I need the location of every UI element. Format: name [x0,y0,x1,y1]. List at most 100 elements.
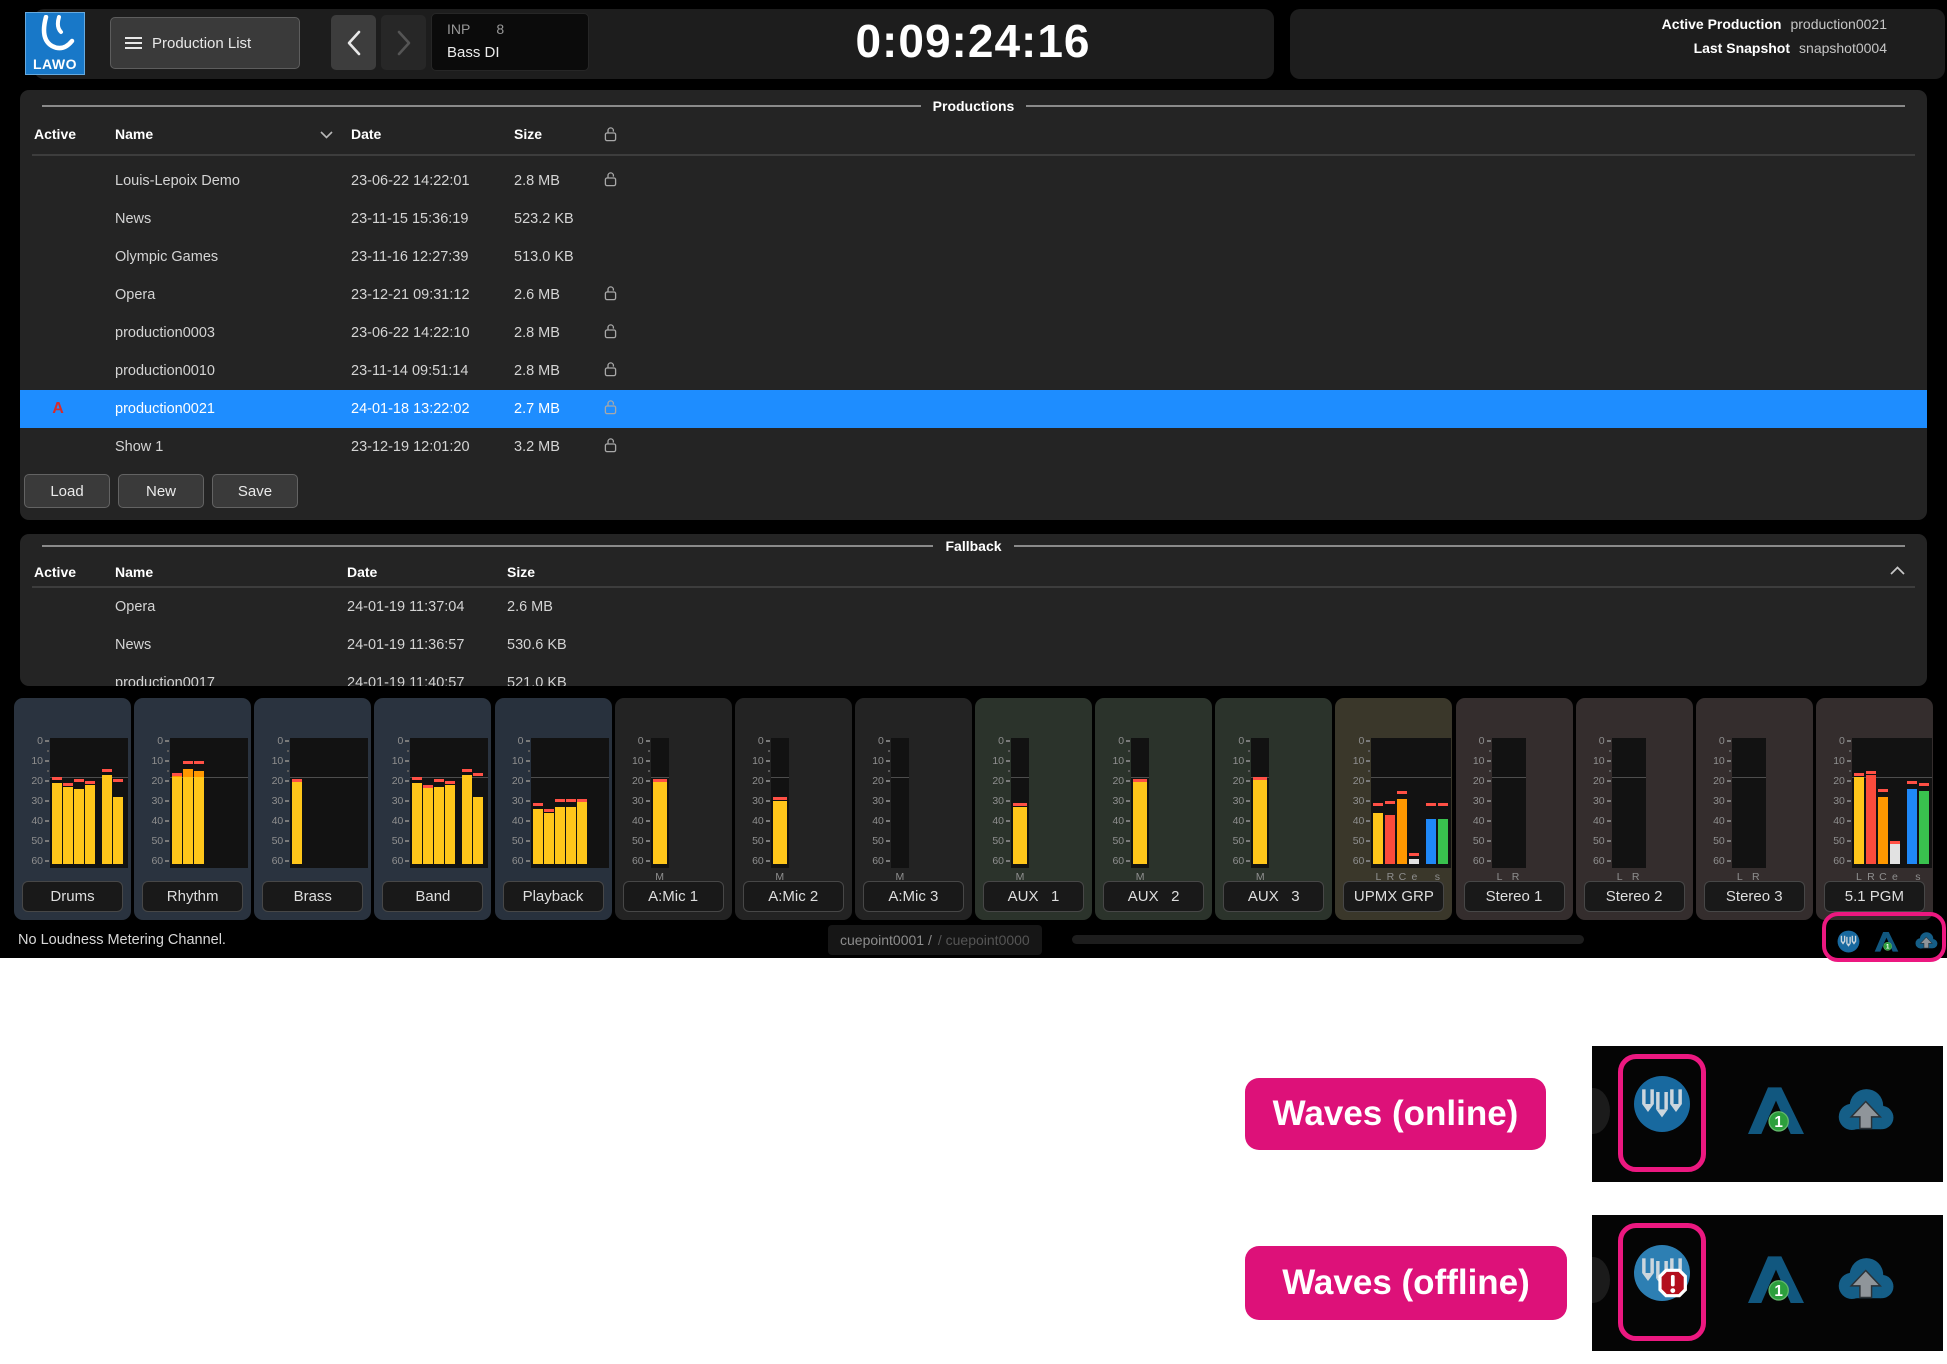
column-header-size[interactable]: Size [514,126,542,142]
cuepoint-display[interactable]: cuepoint0001 / / cuepoint0000 [828,925,1042,955]
channel-label-button[interactable]: 5.1 PGM [1824,881,1925,912]
channel-label-button[interactable]: Band [382,881,483,912]
scale-label: 60 [137,856,163,867]
scale-label: 50 [738,836,764,847]
scale-label: 60 [1338,856,1364,867]
channel-tile[interactable]: 0102030405060MAUX 2 [1095,698,1212,920]
channel-tile[interactable]: 0102030405060LRStereo 3 [1696,698,1813,920]
channel-label-button[interactable]: AUX 1 [983,881,1084,912]
column-header-lock-icon[interactable] [604,126,617,147]
peak-indicator [102,769,112,772]
production-info: Active Production production0021 Last Sn… [1662,16,1887,64]
meter-display [531,738,609,868]
production-row[interactable]: Aproduction002124-01-18 13:22:022.7 MB [20,390,1927,428]
channel-tile[interactable]: 0102030405060LRCes5.1 PGM [1816,698,1933,920]
cell-date: 23-12-19 12:01:20 [351,439,470,455]
meter-bar [434,787,444,864]
scale-label: 40 [1699,816,1725,827]
channel-label-button[interactable]: Stereo 1 [1464,881,1565,912]
scale-label: 0 [1338,736,1364,747]
production-row[interactable]: Show 123-12-19 12:01:203.2 MB [20,428,1927,466]
channel-tile[interactable]: 0102030405060Band [374,698,491,920]
scale-label: 20 [1338,776,1364,787]
channel-label-button[interactable]: AUX 2 [1103,881,1204,912]
fallback-row[interactable]: Opera24-01-19 11:37:042.6 MB [20,588,1927,626]
fallback-row[interactable]: production001724-01-19 11:40:57521.0 KB [20,664,1927,686]
meter-display [771,738,789,868]
channel-tile[interactable]: 0102030405060LRCesUPMX GRP [1335,698,1452,920]
channel-label-button[interactable]: Brass [262,881,363,912]
meter-display [891,738,909,868]
production-list-label: Production List [152,35,251,52]
sort-chevron-down-icon[interactable] [320,131,333,139]
meter-bar [1133,781,1147,864]
scale-label: 0 [858,736,884,747]
column-header-active[interactable]: Active [34,126,76,142]
collapse-chevron-up-icon[interactable] [1890,566,1905,575]
channel-tile[interactable]: 0102030405060MAUX 3 [1215,698,1332,920]
scale-label: 10 [1218,756,1244,767]
channel-label-button[interactable]: A:Mic 2 [743,881,844,912]
peak-indicator [653,779,667,782]
scale-label: 10 [1459,756,1485,767]
back-button[interactable] [331,15,376,70]
production-row[interactable]: Opera23-12-21 09:31:122.6 MB [20,276,1927,314]
cell-date: 23-11-14 09:51:14 [351,363,468,379]
channel-label-button[interactable]: Rhythm [142,881,243,912]
meter-bar [172,775,182,864]
channel-tile[interactable]: 0102030405060LRStereo 1 [1456,698,1573,920]
production-row[interactable]: production001023-11-14 09:51:142.8 MB [20,352,1927,390]
scale-label: 30 [1459,796,1485,807]
active-production-label: Active Production [1662,16,1782,32]
fb-column-header-active[interactable]: Active [34,564,76,580]
scale-label: 20 [1218,776,1244,787]
production-row[interactable]: production000323-06-22 14:22:102.8 MB [20,314,1927,352]
channel-tile[interactable]: 0102030405060MA:Mic 3 [855,698,972,920]
channel-label-button[interactable]: Playback [503,881,604,912]
production-row[interactable]: Louis-Lepoix Demo23-06-22 14:22:012.8 MB [20,162,1927,200]
channel-tile[interactable]: 0102030405060Rhythm [134,698,251,920]
forward-button[interactable] [381,15,426,70]
channel-tile[interactable]: 0102030405060Playback [495,698,612,920]
scale-label: 0 [1819,736,1845,747]
channel-label-button[interactable]: Drums [22,881,123,912]
channel-tile[interactable]: 0102030405060Drums [14,698,131,920]
fb-column-header-size[interactable]: Size [507,564,535,580]
cell-name: News [115,211,151,227]
new-button[interactable]: New [118,474,204,508]
column-header-date[interactable]: Date [351,126,381,142]
channel-label-button[interactable]: Stereo 3 [1704,881,1805,912]
production-row[interactable]: News23-11-15 15:36:19523.2 KB [20,200,1927,238]
scale-label: 0 [1699,736,1725,747]
channel-tile[interactable]: 0102030405060MAUX 1 [975,698,1092,920]
save-button[interactable]: Save [212,474,298,508]
channel-label-button[interactable]: A:Mic 3 [863,881,964,912]
channel-tile[interactable]: 0102030405060MA:Mic 2 [735,698,852,920]
selected-channel-display[interactable]: INP8 Bass DI [431,13,589,71]
cloud-upload-icon [1830,1076,1900,1151]
production-row[interactable]: Olympic Games23-11-16 12:27:39513.0 KB [20,238,1927,276]
production-list-button[interactable]: Production List [110,17,300,69]
load-button[interactable]: Load [24,474,110,508]
active-production-value: production0021 [1790,16,1887,32]
scale-label: 20 [1098,776,1124,787]
fallback-row[interactable]: News24-01-19 11:36:57530.6 KB [20,626,1927,664]
channel-tile[interactable]: 0102030405060MA:Mic 1 [615,698,732,920]
fb-column-header-name[interactable]: Name [115,564,153,580]
channel-tile[interactable]: 0102030405060Brass [254,698,371,920]
channel-label-button[interactable]: A:Mic 1 [623,881,724,912]
waves-icon [1630,1072,1694,1141]
column-header-name[interactable]: Name [115,126,153,142]
mixing-console-app: LAWO Production List INP8 Bass DI 0:09:2… [0,0,1947,958]
peak-indicator [1866,771,1876,774]
cell-date: 24-01-19 11:37:04 [347,599,464,615]
channel-label-button[interactable]: Stereo 2 [1584,881,1685,912]
fb-column-header-date[interactable]: Date [347,564,377,580]
meter-bar [85,785,95,864]
scale-label: 60 [738,856,764,867]
channel-tile[interactable]: 0102030405060LRStereo 2 [1576,698,1693,920]
channel-label-button[interactable]: AUX 3 [1223,881,1324,912]
cuepoint-timeline[interactable] [1072,935,1584,944]
meter-display [651,738,669,868]
channel-label-button[interactable]: UPMX GRP [1343,881,1444,912]
